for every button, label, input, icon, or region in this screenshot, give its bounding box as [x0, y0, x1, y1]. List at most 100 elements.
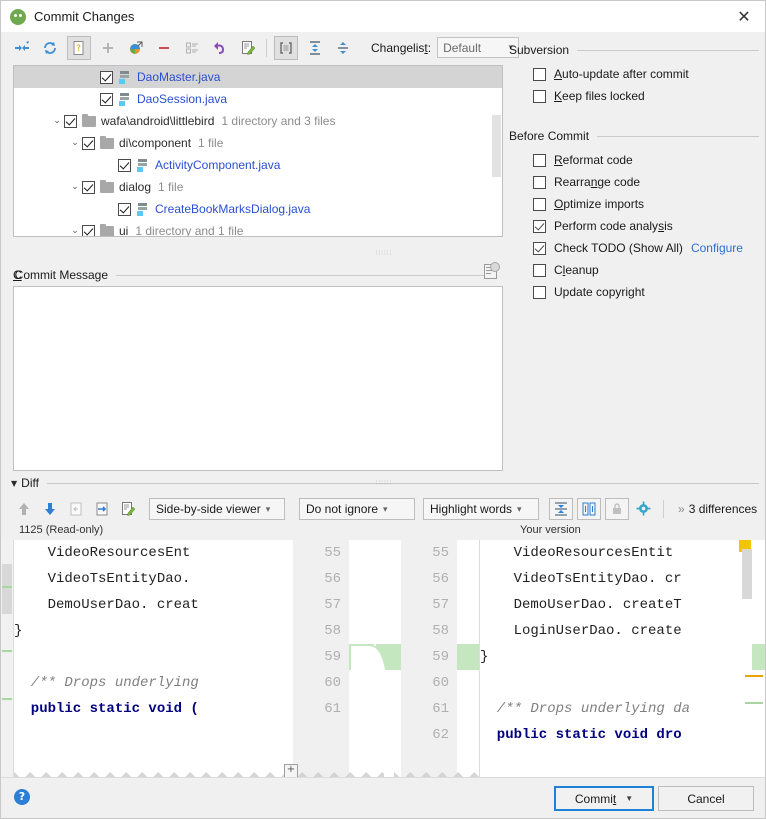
tree-row[interactable]: DaoMaster.java — [14, 66, 502, 88]
changelist-value: Default — [443, 40, 482, 55]
ignore-mode-combo[interactable]: Do not ignore ▾ — [299, 498, 415, 520]
commit-message-label: CCommit Message — [13, 268, 108, 282]
option-row[interactable]: Optimize imports — [509, 193, 759, 215]
options-group-header: Before Commit — [509, 129, 759, 143]
option-checkbox[interactable] — [533, 285, 546, 299]
option-row[interactable]: Keep files locked — [509, 85, 759, 107]
tree-row-checkbox[interactable] — [100, 92, 113, 106]
revert-icon[interactable] — [209, 37, 231, 59]
option-checkbox[interactable] — [533, 219, 546, 233]
tree-row-checkbox[interactable] — [82, 136, 95, 150]
group-by-icon[interactable] — [181, 37, 203, 59]
option-checkbox[interactable] — [533, 197, 546, 211]
refresh-icon[interactable] — [39, 37, 61, 59]
tree-row-checkbox[interactable] — [118, 158, 131, 172]
arrow-down-icon[interactable] — [39, 498, 61, 520]
configure-link[interactable]: Configure — [691, 241, 743, 255]
expand-fold-icon[interactable]: + — [284, 764, 298, 778]
more-chevron-icon[interactable]: » — [678, 502, 685, 516]
left-line-numbers: 55 56 57 58 59 60 61 — [293, 540, 349, 780]
diff-toolbar: Side-by-side viewer ▾ Do not ignore ▾ Hi… — [1, 495, 765, 523]
delete-icon[interactable] — [153, 37, 175, 59]
chevron-down-icon[interactable]: ▼ — [625, 794, 633, 803]
right-code-pane[interactable]: VideoResourcesEntit VideoTsEntityDao. cr… — [480, 540, 752, 780]
move-to-another-changelist-icon[interactable] — [125, 37, 147, 59]
left-code-pane[interactable]: VideoResourcesEnt VideoTsEntityDao. Demo… — [14, 540, 293, 780]
tree-row-checkbox[interactable] — [118, 202, 131, 216]
code-line: /** Drops underlying da — [480, 701, 691, 717]
option-checkbox[interactable] — [533, 89, 546, 103]
changelist-combo[interactable]: Default ▾ — [437, 37, 520, 58]
tree-row[interactable]: DaoSession.java — [14, 88, 502, 110]
app-icon — [10, 8, 26, 25]
option-row[interactable]: Cleanup — [509, 259, 759, 281]
option-checkbox[interactable] — [533, 153, 546, 167]
line-number: 61 — [432, 701, 449, 717]
option-row[interactable]: Rearrange code — [509, 171, 759, 193]
chevron-down-icon[interactable]: ⌄ — [50, 116, 64, 126]
edit-source-icon[interactable] — [237, 37, 259, 59]
option-checkbox[interactable] — [533, 241, 546, 255]
gutter-scrollbar-thumb[interactable] — [2, 564, 12, 614]
left-change-gutter[interactable] — [1, 540, 14, 780]
tree-row-checkbox[interactable] — [82, 224, 95, 236]
right-scrollbar-thumb[interactable] — [742, 549, 752, 599]
tree-row-checkbox[interactable] — [100, 70, 113, 84]
option-row[interactable]: Check TODO (Show All) Configure — [509, 237, 759, 259]
cancel-button-label: Cancel — [687, 791, 725, 806]
cancel-button[interactable]: Cancel — [658, 786, 754, 811]
collapse-unchanged-icon[interactable] — [549, 498, 573, 520]
help-icon[interactable]: ? — [14, 789, 30, 805]
unversioned-files-icon[interactable]: ? — [67, 35, 91, 60]
collapse-all-icon[interactable] — [332, 37, 354, 59]
tree-row[interactable]: CreateBookMarksDialog.java — [14, 198, 502, 220]
chevron-down-icon[interactable]: ⌄ — [68, 182, 82, 192]
tree-row[interactable]: ⌄ dialog 1 file — [14, 176, 502, 198]
splitter-handle-diff[interactable]: ∷∷∷ — [1, 479, 765, 487]
option-row[interactable]: Perform code analysis — [509, 215, 759, 237]
diff-viewer[interactable]: ✓ VideoResourcesEnt VideoTsEntityDao. De… — [1, 540, 765, 780]
changelist-label: Changelist: — [371, 41, 431, 55]
chevron-down-icon[interactable]: ⌄ — [68, 226, 82, 236]
tree-scrollbar[interactable] — [492, 67, 501, 236]
edit-source-icon[interactable] — [117, 498, 139, 520]
tree-scrollbar-thumb[interactable] — [492, 115, 501, 177]
commit-button[interactable]: Commi t ▼ — [554, 786, 654, 811]
options-group-title: Before Commit — [509, 129, 590, 143]
option-row[interactable]: Reformat code — [509, 149, 759, 171]
tree-row[interactable]: ⌄ ui 1 directory and 1 file — [14, 220, 502, 236]
tree-row-checkbox[interactable] — [64, 114, 77, 128]
commit-message-input[interactable] — [13, 286, 503, 471]
folder-icon — [100, 135, 114, 149]
title-bar: Commit Changes ✕ — [1, 1, 765, 32]
synchronize-scroll-icon[interactable] — [577, 498, 601, 520]
folder-icon — [100, 223, 114, 236]
expand-directories-icon[interactable] — [274, 35, 298, 60]
arrow-up-icon[interactable] — [13, 498, 35, 520]
accept-left-icon — [65, 498, 87, 520]
changed-files-tree[interactable]: DaoMaster.java DaoSession.java ⌄ wafa\andro… — [13, 65, 503, 237]
message-history-icon[interactable] — [483, 262, 500, 279]
option-row[interactable]: Update copyright — [509, 281, 759, 303]
option-checkbox[interactable] — [533, 263, 546, 277]
commit-changes-dialog: Commit Changes ✕ ? Changelist: Default ▾… — [0, 0, 766, 819]
line-number: 60 — [324, 675, 341, 691]
tree-row[interactable]: ⌄ wafa\android\littlebird 1 directory and … — [14, 110, 502, 132]
show-diff-icon[interactable] — [11, 37, 33, 59]
gear-icon[interactable] — [633, 498, 655, 520]
tree-row-checkbox[interactable] — [82, 180, 95, 194]
option-checkbox[interactable] — [533, 175, 546, 189]
add-icon[interactable] — [97, 37, 119, 59]
option-row[interactable]: Auto-update after commit — [509, 63, 759, 85]
viewer-mode-combo[interactable]: Side-by-side viewer ▾ — [149, 498, 285, 520]
tree-row[interactable]: ActivityComponent.java — [14, 154, 502, 176]
close-icon[interactable]: ✕ — [721, 1, 765, 32]
expand-all-icon[interactable] — [304, 37, 326, 59]
header-rule — [577, 49, 759, 51]
accept-right-icon[interactable] — [91, 498, 113, 520]
chevron-down-icon[interactable]: ⌄ — [68, 138, 82, 148]
option-checkbox[interactable] — [533, 67, 546, 81]
lock-icon[interactable] — [605, 498, 629, 520]
highlight-mode-combo[interactable]: Highlight words ▾ — [423, 498, 539, 520]
tree-row[interactable]: ⌄ di\component 1 file — [14, 132, 502, 154]
